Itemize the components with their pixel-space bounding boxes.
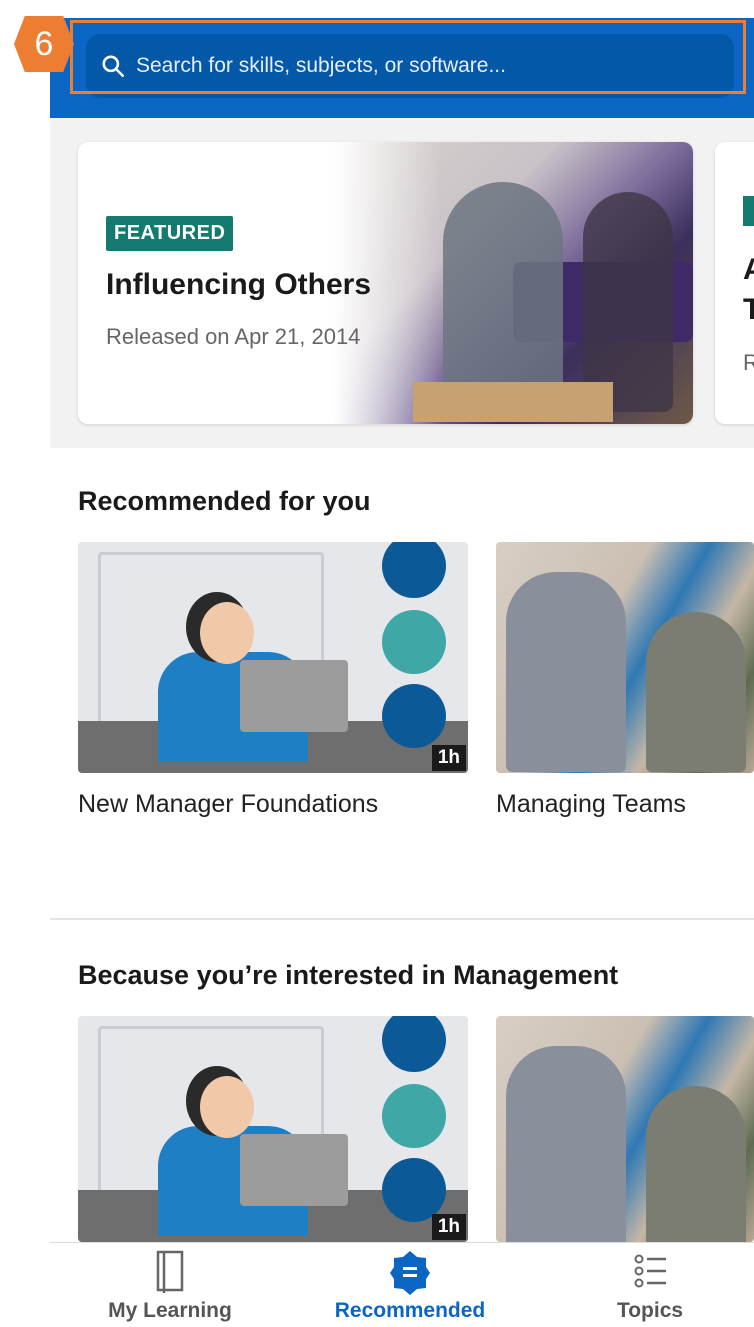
recommended-badge-icon <box>390 1251 430 1295</box>
featured-course-card[interactable]: FEATURED Influencing Others Released on … <box>78 142 693 424</box>
course-thumbnail <box>496 1016 754 1242</box>
search-placeholder: Search for skills, subjects, or software… <box>136 54 506 77</box>
tab-label: My Learning <box>108 1299 232 1322</box>
course-thumbnail: 1h <box>78 542 468 773</box>
featured-badge: FEATURED <box>106 216 234 251</box>
tab-label: Recommended <box>334 1299 486 1322</box>
annotation-step-badge: 6 <box>14 16 74 72</box>
featured-badge <box>743 196 754 226</box>
tab-my-learning[interactable]: My Learning <box>70 1249 270 1327</box>
course-thumbnail: 1h <box>78 1016 468 1242</box>
bottom-tab-bar: My Learning Recommended Topics <box>50 1242 754 1327</box>
section-divider <box>50 918 754 920</box>
featured-course-card-next[interactable]: A T R <box>715 142 754 424</box>
featured-course-release-date: R <box>743 350 754 375</box>
featured-course-image <box>333 142 693 424</box>
duration-badge: 1h <box>431 1214 466 1240</box>
tab-topics[interactable]: Topics <box>550 1249 750 1327</box>
search-input[interactable]: Search for skills, subjects, or software… <box>86 34 734 98</box>
section-title: Recommended for you <box>78 486 371 516</box>
search-icon <box>102 55 125 78</box>
duration-badge: 1h <box>431 745 466 771</box>
featured-course-title: A T <box>743 253 754 326</box>
book-icon <box>156 1250 184 1293</box>
featured-course-release-date: Released on Apr 21, 2014 <box>106 324 361 349</box>
list-icon <box>634 1254 666 1288</box>
tab-label: Topics <box>616 1299 684 1322</box>
course-title: Managing Teams <box>496 790 686 818</box>
tab-recommended[interactable]: Recommended <box>310 1249 510 1327</box>
course-thumbnail <box>496 542 754 773</box>
section-title: Because you’re interested in Management <box>78 960 619 990</box>
featured-course-title: Influencing Others <box>106 268 372 301</box>
course-title: New Manager Foundations <box>78 790 379 818</box>
